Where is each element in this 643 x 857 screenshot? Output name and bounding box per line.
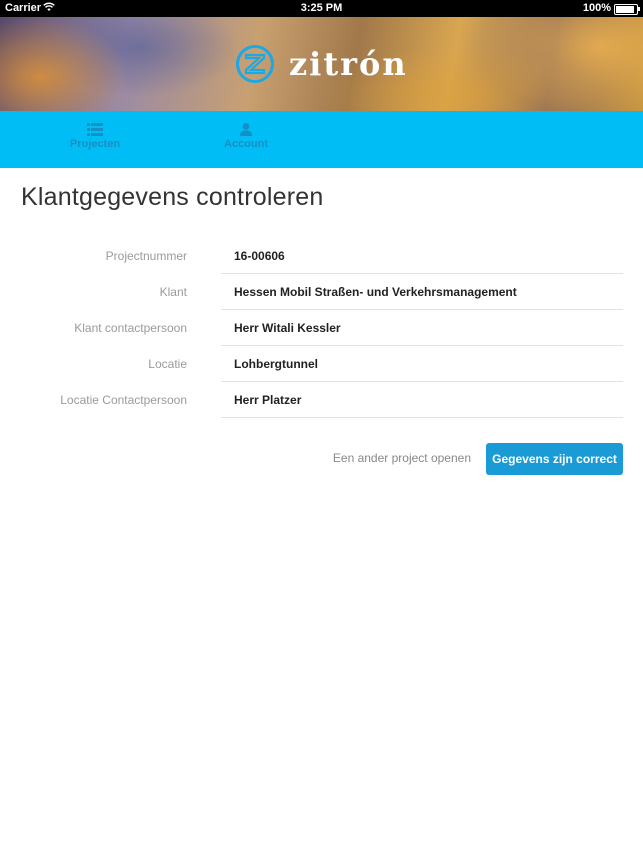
- battery-icon: [614, 4, 640, 15]
- zitron-logo-icon: [236, 45, 274, 83]
- detail-label: Locatie Contactpersoon: [60, 393, 187, 407]
- tab-projecten[interactable]: Projecten: [45, 111, 145, 168]
- detail-row-klant: Klant Hessen Mobil Straßen- und Verkehrs…: [0, 274, 643, 310]
- status-bar: Carrier 3:25 PM 100%: [0, 0, 643, 17]
- confirm-details-button[interactable]: Gegevens zijn correct: [486, 443, 623, 475]
- tab-bar: Projecten Account: [0, 111, 643, 168]
- action-bar: Een ander project openen Gegevens zijn c…: [0, 443, 643, 475]
- detail-value: Herr Witali Kessler: [234, 321, 341, 335]
- detail-value: Lohbergtunnel: [234, 357, 318, 371]
- battery-fill: [616, 6, 634, 13]
- battery-percentage: 100%: [582, 2, 611, 14]
- open-other-project-button[interactable]: Een ander project openen: [333, 451, 471, 465]
- tab-account-label: Account: [224, 138, 268, 150]
- detail-label: Locatie: [148, 357, 187, 371]
- detail-label: Klant contactpersoon: [74, 321, 187, 335]
- detail-row-projectnummer: Projectnummer 16-00606: [0, 238, 643, 274]
- page-title: Klantgegevens controleren: [21, 183, 324, 211]
- tab-account[interactable]: Account: [196, 111, 296, 168]
- detail-row-klant-contactpersoon: Klant contactpersoon Herr Witali Kessler: [0, 310, 643, 346]
- clock: 3:25 PM: [300, 2, 343, 14]
- detail-value: Herr Platzer: [234, 393, 302, 407]
- detail-value: Hessen Mobil Straßen- und Verkehrsmanage…: [234, 285, 517, 299]
- logo: zitrón: [236, 43, 408, 85]
- detail-value: 16-00606: [234, 249, 285, 263]
- detail-label: Klant: [159, 285, 187, 299]
- header-banner: zitrón: [0, 17, 643, 111]
- detail-row-locatie-contactpersoon: Locatie Contactpersoon Herr Platzer: [0, 382, 643, 418]
- details-list: Projectnummer 16-00606 Klant Hessen Mobi…: [0, 238, 643, 418]
- tab-projecten-label: Projecten: [69, 138, 121, 150]
- detail-label: Projectnummer: [105, 249, 187, 263]
- person-icon: [240, 123, 252, 136]
- list-icon: [87, 123, 103, 136]
- detail-row-locatie: Locatie Lohbergtunnel: [0, 346, 643, 382]
- logo-wordmark: zitrón: [289, 45, 408, 83]
- row-divider: [221, 417, 623, 418]
